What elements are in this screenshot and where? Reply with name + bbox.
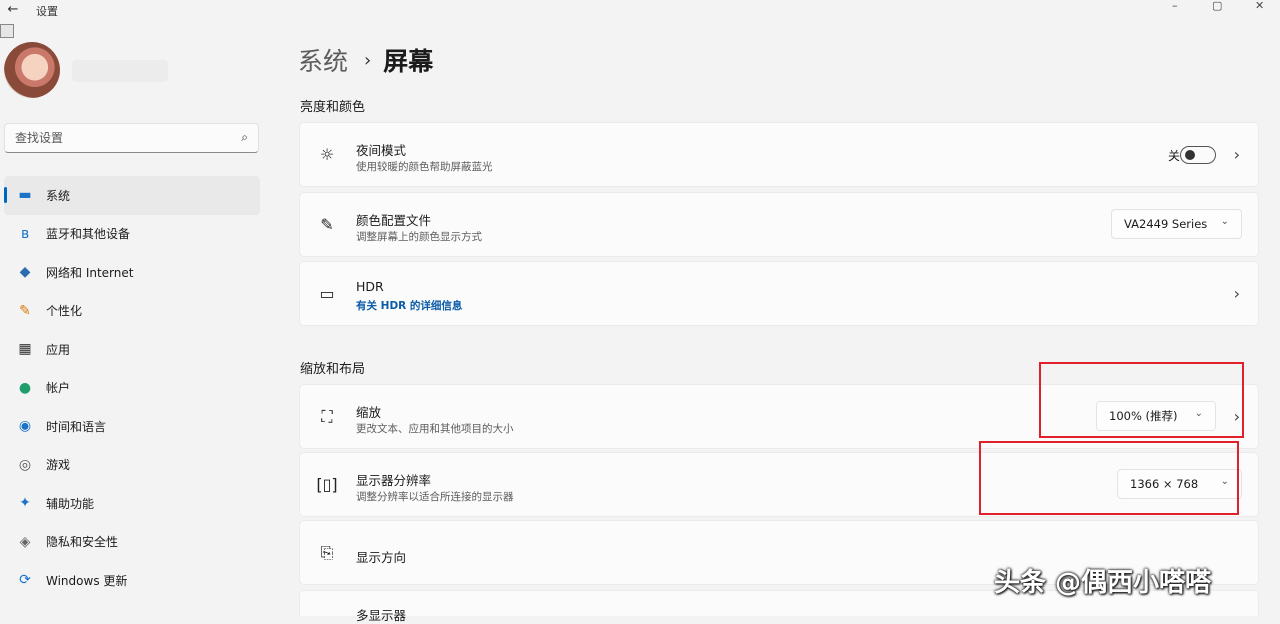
scale-title: 缩放 [356, 405, 382, 420]
sidebar-item-label: 个性化 [46, 304, 83, 319]
shield-icon: ◈ [19, 533, 31, 550]
sidebar-item-label: 系统 [46, 188, 71, 203]
multi-display-title: 多显示器 [356, 608, 407, 623]
chevron-right-icon[interactable]: › [1234, 145, 1240, 164]
back-arrow-icon[interactable]: ← [4, 1, 22, 19]
close-button[interactable]: ✕ [1255, 0, 1264, 14]
sidebar-item-6[interactable]: ◉ 时间和语言 [4, 407, 260, 446]
sidebar-item-8[interactable]: ✦ 辅助功能 [4, 484, 260, 523]
resolution-subtitle: 调整分辨率以适合所连接的显示器 [356, 491, 514, 503]
sidebar-item-label: 辅助功能 [46, 496, 95, 511]
hdr-card[interactable]: ▭ HDR 有关 HDR 的详细信息 › [299, 261, 1259, 326]
sidebar-item-label: 时间和语言 [46, 419, 107, 434]
sidebar-item-label: 游戏 [46, 458, 71, 473]
hdr-title: HDR [356, 279, 384, 294]
breadcrumb-separator-icon: › [364, 49, 372, 71]
color-profile-title: 颜色配置文件 [356, 213, 432, 228]
sidebar-item-0[interactable]: ▬ 系统 [4, 176, 260, 215]
sidebar-item-label: 蓝牙和其他设备 [46, 227, 131, 242]
clock-globe-icon: ◉ [18, 418, 32, 435]
avatar[interactable] [4, 42, 60, 98]
pen-icon: ✎ [320, 215, 334, 234]
sidebar-item-2[interactable]: ◆ 网络和 Internet [4, 253, 260, 292]
accessibility-icon: ✦ [19, 495, 31, 512]
night-light-toggle-label: 关 [1167, 149, 1180, 163]
sidebar-item-3[interactable]: ✎ 个性化 [4, 292, 260, 331]
sidebar-item-5[interactable]: ● 帐户 [4, 369, 260, 408]
gamepad-icon: ◎ [18, 456, 32, 473]
sidebar-item-4[interactable]: ▦ 应用 [4, 330, 260, 369]
sun-icon: ☼ [319, 145, 335, 164]
window-snap-icon [0, 24, 14, 38]
watermark: 头条 @偶西小嗒嗒 [994, 568, 1212, 598]
title-bar: ← 设置 – ▢ ✕ [0, 0, 1280, 22]
sidebar-item-label: 隐私和安全性 [46, 535, 119, 550]
color-profile-dropdown[interactable]: VA2449 Series ⌄ [1111, 209, 1242, 239]
color-profile-subtitle: 调整屏幕上的颜色显示方式 [356, 231, 482, 243]
scale-subtitle: 更改文本、应用和其他项目的大小 [356, 423, 514, 435]
sidebar-item-1[interactable]: ʙ 蓝牙和其他设备 [4, 215, 260, 254]
orientation-title: 显示方向 [356, 550, 407, 565]
search-icon[interactable]: ⌕ [241, 130, 248, 145]
sidebar-item-label: 网络和 Internet [46, 265, 134, 280]
night-light-subtitle: 使用较暖的颜色帮助屏蔽蓝光 [356, 161, 493, 173]
section-scale-layout: 缩放和布局 [300, 362, 366, 377]
scale-icon: ⛶ [321, 407, 333, 426]
settings-search-box[interactable]: ⌕ [4, 123, 259, 153]
brush-icon: ✎ [19, 302, 31, 319]
sidebar-item-7[interactable]: ◎ 游戏 [4, 446, 260, 485]
hdr-icon: ▭ [319, 284, 335, 303]
wifi-icon: ◆ [19, 264, 31, 281]
hdr-info-link[interactable]: 有关 HDR 的详细信息 [356, 298, 462, 313]
night-light-toggle[interactable] [1180, 146, 1216, 164]
resolution-icon: [▯] [316, 475, 338, 494]
page-title: 屏幕 [383, 47, 434, 76]
highlight-box-scale [1039, 362, 1244, 438]
user-icon: ● [18, 379, 32, 396]
bluetooth-icon: ʙ [20, 225, 30, 242]
sidebar-nav: ▬ 系统 ʙ 蓝牙和其他设备 ◆ 网络和 Internet ✎ 个性化 ▦ 应用 ● 帐户 ◉ 时间和语言… [4, 176, 260, 600]
monitor-icon: ▬ [18, 187, 32, 204]
color-profile-value: VA2449 Series [1124, 217, 1208, 231]
resolution-title: 显示器分辨率 [356, 473, 432, 488]
night-light-card[interactable]: ☼ 夜间模式 使用较暖的颜色帮助屏蔽蓝光 关 › [299, 122, 1259, 187]
sidebar-item-10[interactable]: ⟳ Windows 更新 [4, 561, 260, 600]
search-input[interactable] [13, 130, 227, 146]
app-title: 设置 [36, 5, 58, 18]
orientation-icon: ⎘ [320, 543, 334, 562]
chevron-right-icon[interactable]: › [1234, 284, 1240, 303]
color-profile-card: ✎ 颜色配置文件 调整屏幕上的颜色显示方式 VA2449 Series ⌄ [299, 192, 1259, 257]
highlight-box-resolution [979, 441, 1239, 515]
user-name-redacted [72, 60, 168, 82]
maximize-button[interactable]: ▢ [1212, 0, 1222, 14]
breadcrumb: 系统 › 屏幕 [298, 42, 433, 78]
sidebar-item-label: Windows 更新 [46, 573, 128, 588]
sidebar-item-9[interactable]: ◈ 隐私和安全性 [4, 523, 260, 562]
update-icon: ⟳ [19, 572, 31, 589]
sidebar-item-label: 帐户 [46, 381, 71, 396]
apps-icon: ▦ [18, 341, 32, 358]
breadcrumb-parent[interactable]: 系统 [298, 42, 348, 78]
night-light-title: 夜间模式 [356, 143, 407, 158]
chevron-down-icon: ⌄ [1220, 216, 1229, 227]
section-brightness-color: 亮度和颜色 [300, 100, 366, 115]
minimize-button[interactable]: – [1172, 0, 1178, 14]
sidebar-item-label: 应用 [46, 342, 71, 357]
